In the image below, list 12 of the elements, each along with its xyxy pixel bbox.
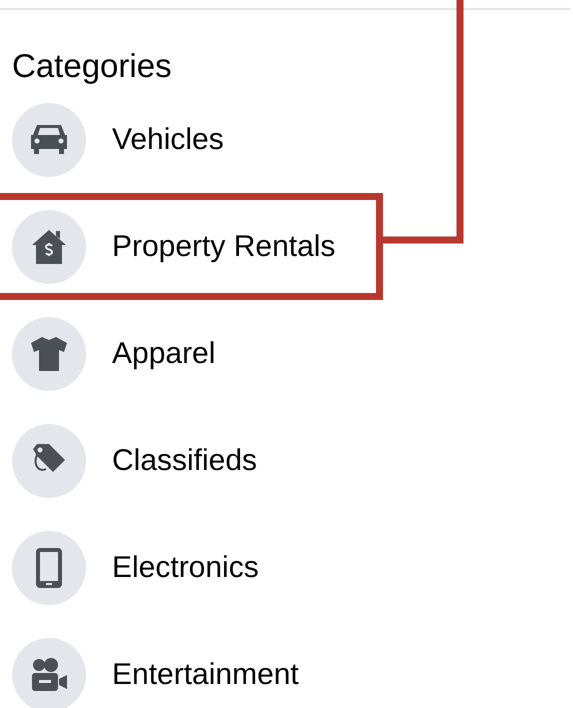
tablet-icon [35,546,63,588]
house-dollar-icon [30,228,68,266]
category-label[interactable]: Entertainment [112,658,299,692]
shirt-icon [29,334,69,372]
movie-camera-icon [29,656,69,692]
category-label[interactable]: Classifieds [112,444,258,478]
category-label[interactable]: Apparel [112,336,216,370]
section-heading: Categories [12,46,173,86]
car-icon [29,122,69,156]
category-label[interactable]: Electronics [112,550,259,584]
category-label[interactable]: Vehicles [112,122,224,156]
category-label[interactable]: Property Rentals [112,230,336,264]
